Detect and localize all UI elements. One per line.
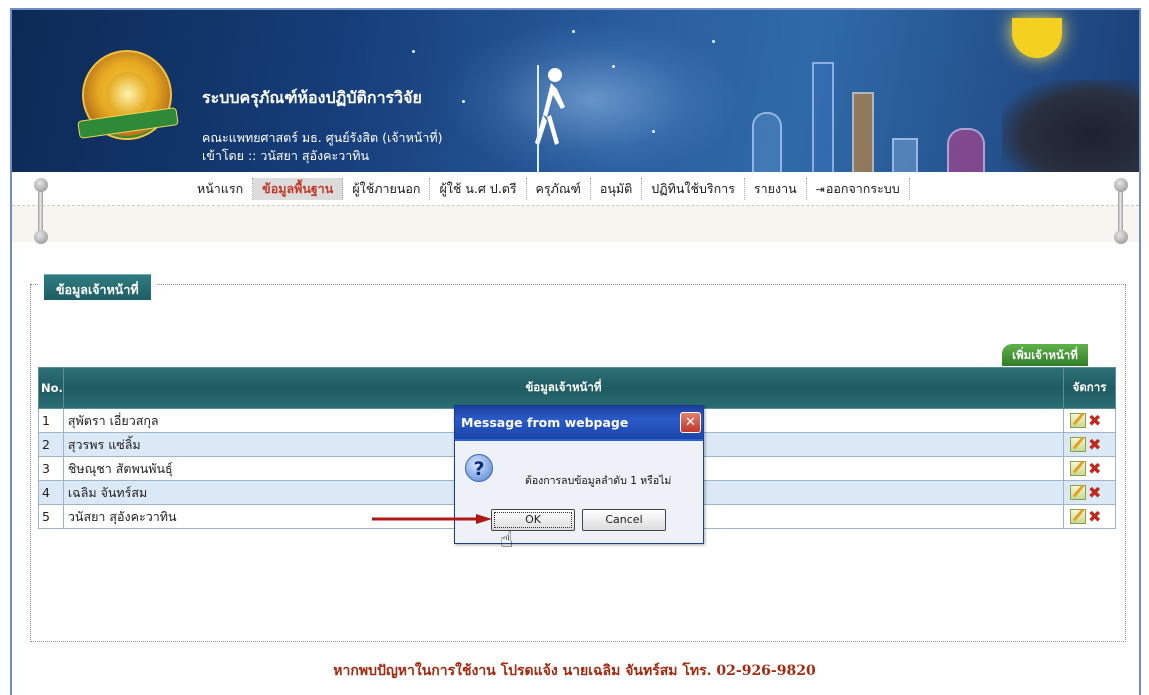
- dialog-close-button[interactable]: ✕: [680, 412, 701, 433]
- logout-icon: ⇥: [815, 183, 825, 196]
- menu-sub-strip: [12, 206, 1139, 242]
- beaker-graphic: [892, 138, 918, 172]
- row-actions: ✖: [1063, 480, 1116, 505]
- star-dot: [612, 65, 615, 68]
- dancer-silhouette-graphic: [535, 65, 565, 172]
- edit-icon[interactable]: [1070, 485, 1086, 500]
- main-menu-bar: หน้าแรก ข้อมูลพื้นฐาน ผู้ใช้ภายนอก ผู้ใช…: [12, 172, 1139, 206]
- edit-icon[interactable]: [1070, 509, 1086, 524]
- star-dot: [412, 50, 415, 53]
- menu-item-logout[interactable]: ⇥ออกจากระบบ: [807, 178, 910, 200]
- edit-icon[interactable]: [1070, 437, 1086, 452]
- logout-label: ออกจากระบบ: [825, 181, 900, 196]
- scroll-ornament-left: [30, 176, 52, 244]
- menu-item-external-users[interactable]: ผู้ใช้ภายนอก: [343, 178, 431, 200]
- faculty-name: คณะแพทยศาสตร์ มธ. ศูนย์รังสิต (เจ้าหน้าท…: [202, 130, 443, 145]
- scroll-knob: [34, 230, 48, 244]
- logo-emblem: [106, 72, 150, 116]
- column-header-action: จัดการ: [1063, 367, 1116, 409]
- column-header-info: ข้อมูลเจ้าหน้าที่: [62, 367, 1065, 409]
- system-title: ระบบครุภัณฑ์ห้องปฏิบัติการวิจัย: [202, 88, 422, 107]
- row-number: 3: [38, 456, 64, 481]
- table-header-row: No. ข้อมูลเจ้าหน้าที่ จัดการ: [38, 367, 1116, 409]
- banner-glow: [442, 20, 742, 172]
- row-number: 2: [38, 432, 64, 457]
- scroll-knob: [1114, 178, 1128, 192]
- star-dot: [462, 100, 465, 103]
- staff-section-legend: ข้อมูลเจ้าหน้าที่: [44, 274, 151, 300]
- row-actions: ✖: [1063, 408, 1116, 433]
- row-actions: ✖: [1063, 432, 1116, 457]
- row-number: 4: [38, 480, 64, 505]
- pointer-arrow-icon: [372, 514, 492, 524]
- scroll-knob: [1114, 230, 1128, 244]
- dialog-message: ต้องการลบข้อมูลลำดับ 1 หรือไม่: [525, 475, 672, 487]
- star-dot: [712, 40, 715, 43]
- scroll-ornament-right: [1110, 176, 1132, 244]
- row-number: 1: [38, 408, 64, 433]
- hand-graphic: [1002, 80, 1139, 172]
- delete-icon[interactable]: ✖: [1088, 435, 1101, 454]
- flask-graphic: [947, 128, 985, 172]
- row-number: 5: [38, 504, 64, 529]
- column-header-no: No.: [38, 367, 64, 409]
- menu-item-basic-data[interactable]: ข้อมูลพื้นฐาน: [253, 178, 344, 200]
- delete-icon[interactable]: ✖: [1088, 411, 1101, 430]
- header-banner: ระบบครุภัณฑ์ห้องปฏิบัติการวิจัย คณะแพทยศ…: [12, 10, 1139, 172]
- add-staff-button[interactable]: เพิ่มเจ้าหน้าที่: [1002, 344, 1088, 366]
- logged-in-user: เข้าโดย :: วนัสยา สุอังคะวาทิน: [202, 148, 370, 163]
- question-icon: ?: [465, 454, 493, 482]
- menu-item-equipment[interactable]: ครุภัณฑ์: [527, 178, 591, 200]
- delete-icon[interactable]: ✖: [1088, 459, 1101, 478]
- menu-item-student-users[interactable]: ผู้ใช้ น.ศ ป.ตรี: [430, 178, 527, 200]
- cylinder-graphic: [812, 62, 834, 172]
- dialog-title: Message from webpage: [461, 415, 629, 430]
- scroll-knob: [34, 178, 48, 192]
- menu-item-report[interactable]: รายงาน: [745, 178, 807, 200]
- beaker-graphic: [752, 112, 782, 172]
- test-tube-graphic: [852, 92, 874, 172]
- cancel-button[interactable]: Cancel: [582, 509, 666, 531]
- scroll-rod: [1118, 186, 1123, 234]
- star-dot: [572, 30, 575, 33]
- edit-icon[interactable]: [1070, 413, 1086, 428]
- hand-cursor-icon: ☝: [500, 528, 514, 553]
- delete-icon[interactable]: ✖: [1088, 483, 1101, 502]
- main-menu: หน้าแรก ข้อมูลพื้นฐาน ผู้ใช้ภายนอก ผู้ใช…: [188, 178, 910, 200]
- scroll-rod: [38, 186, 43, 234]
- row-actions: ✖: [1063, 456, 1116, 481]
- delete-icon[interactable]: ✖: [1088, 507, 1101, 526]
- menu-item-calendar[interactable]: ปฏิทินใช้บริการ: [642, 178, 745, 200]
- row-actions: ✖: [1063, 504, 1116, 529]
- lamp-graphic: [1012, 18, 1062, 58]
- dialog-titlebar: Message from webpage ✕: [455, 406, 703, 441]
- edit-icon[interactable]: [1070, 461, 1086, 476]
- menu-item-home[interactable]: หน้าแรก: [188, 178, 254, 200]
- faculty-logo: [77, 50, 179, 140]
- star-dot: [652, 130, 655, 133]
- footer-contact: หากพบปัญหาในการใช้งาน โปรดแจ้ง นายเฉลิม …: [333, 663, 816, 679]
- menu-item-approve[interactable]: อนุมัติ: [591, 178, 643, 200]
